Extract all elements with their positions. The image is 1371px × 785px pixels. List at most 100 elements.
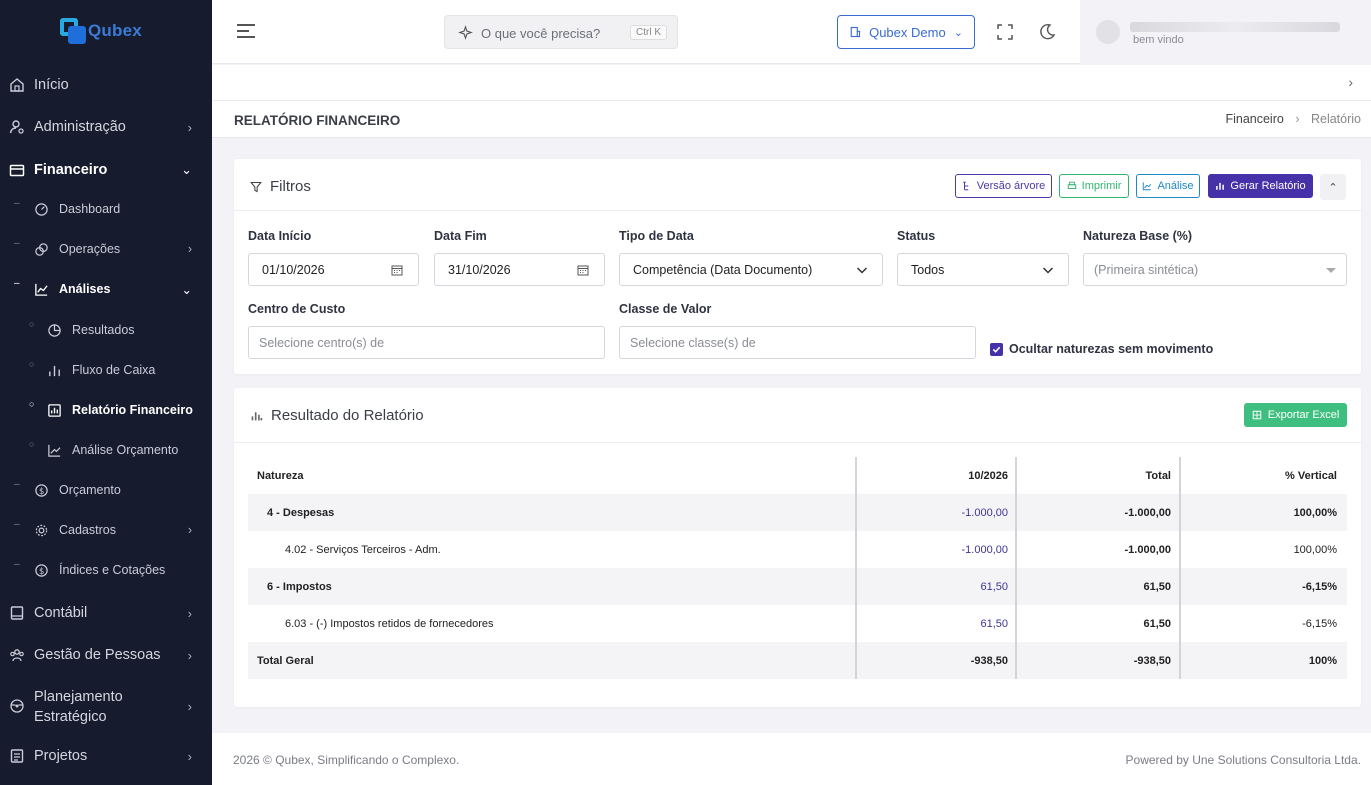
column-divider[interactable] bbox=[1015, 457, 1017, 679]
cell-total: -938,50 bbox=[1133, 654, 1171, 667]
cell-periodo: -1.000,00 bbox=[961, 506, 1008, 519]
breadcrumb-item-financeiro[interactable]: Financeiro bbox=[1225, 112, 1283, 126]
chevron-right-icon: › bbox=[187, 242, 192, 256]
print-button[interactable]: Imprimir bbox=[1059, 174, 1129, 198]
book-icon bbox=[10, 606, 24, 620]
cell-periodo: -1.000,00 bbox=[961, 543, 1008, 556]
results-card: Resultado do Relatório Exportar Excel Na… bbox=[234, 388, 1361, 707]
sidebar-sub-label: Orçamento bbox=[59, 483, 121, 497]
centro-custo-field[interactable]: Selecione centro(s) de bbox=[248, 326, 605, 359]
sidebar-sub-label: Cadastros bbox=[59, 523, 116, 537]
sidebar-item-resultados[interactable]: ○ Resultados bbox=[0, 319, 212, 339]
sidebar-sub-label: Relatório Financeiro bbox=[72, 403, 193, 417]
status-select[interactable]: Todos bbox=[897, 253, 1069, 286]
sidebar-item-analises[interactable]: – Análises ⌄ bbox=[0, 278, 212, 298]
centro-custo-label: Centro de Custo bbox=[248, 302, 346, 316]
footer-copyright: 2026 © Qubex, Simplificando o Complexo. bbox=[233, 753, 460, 767]
chevron-right-icon: › bbox=[187, 748, 192, 764]
cell-total: -1.000,00 bbox=[1124, 506, 1171, 519]
table-row[interactable]: 4.02 - Serviços Terceiros - Adm. -1.000,… bbox=[248, 531, 1347, 568]
data-fim-field[interactable]: 31/10/2026 bbox=[434, 253, 605, 286]
column-header-natureza[interactable]: Natureza bbox=[257, 457, 303, 494]
sidebar-item-dashboard[interactable]: – Dashboard bbox=[0, 198, 212, 218]
steering-icon bbox=[10, 699, 24, 713]
sidebar-item-cadastros[interactable]: – Cadastros › bbox=[0, 519, 212, 539]
data-inicio-label: Data Início bbox=[248, 229, 312, 243]
brand-logo[interactable]: Qubex bbox=[60, 18, 142, 44]
sidebar-item-fluxo-caixa[interactable]: ○ Fluxo de Caixa bbox=[0, 359, 212, 379]
user-cog-icon bbox=[9, 120, 24, 134]
cell-total: 61,50 bbox=[1143, 617, 1171, 630]
search-input[interactable]: O que você precisa? Ctrl K bbox=[444, 15, 678, 49]
sidebar-item-gestao-pessoas[interactable]: Gestão de Pessoas › bbox=[0, 644, 212, 666]
analysis-button[interactable]: Análise bbox=[1136, 174, 1200, 198]
tipo-data-select[interactable]: Competência (Data Documento) bbox=[619, 253, 883, 286]
sidebar-item-relatorio-financeiro[interactable]: ○ Relatório Financeiro bbox=[0, 399, 212, 419]
sidebar-item-operacoes[interactable]: – Operações › bbox=[0, 238, 212, 258]
sidebar-sub-label: Índices e Cotações bbox=[59, 563, 166, 577]
data-inicio-field[interactable]: 01/10/2026 bbox=[248, 253, 419, 286]
gauge-icon bbox=[35, 203, 48, 216]
natureza-base-select[interactable]: (Primeira sintética) bbox=[1083, 253, 1347, 286]
cell-natureza: Total Geral bbox=[257, 654, 314, 667]
sidebar-item-indices-cotacoes[interactable]: – $ Índices e Cotações bbox=[0, 559, 212, 579]
export-excel-button[interactable]: Exportar Excel bbox=[1244, 403, 1347, 427]
chevron-down-icon: ⌄ bbox=[181, 162, 192, 177]
column-header-periodo[interactable]: 10/2026 bbox=[856, 457, 1008, 494]
chevron-down-icon: ⌄ bbox=[181, 283, 192, 297]
sidebar-item-projetos[interactable]: Projetos › bbox=[0, 745, 212, 767]
table-row[interactable]: 6.03 - (-) Impostos retidos de fornecedo… bbox=[248, 605, 1347, 642]
sidebar-item-label: Projetos bbox=[34, 748, 88, 764]
user-menu[interactable]: bem vindo bbox=[1080, 0, 1371, 64]
column-divider[interactable] bbox=[855, 457, 857, 679]
sidebar-item-orcamento[interactable]: – $ Orçamento bbox=[0, 479, 212, 499]
generate-report-button[interactable]: Gerar Relatório bbox=[1208, 174, 1313, 198]
print-label: Imprimir bbox=[1081, 180, 1122, 192]
home-icon bbox=[10, 78, 24, 92]
trend-icon bbox=[48, 444, 61, 457]
sidebar-sub-label: Análise Orçamento bbox=[72, 443, 179, 457]
report-icon bbox=[48, 404, 61, 417]
column-header-total[interactable]: Total bbox=[1016, 457, 1171, 494]
table-row[interactable]: 6 - Impostos 61,50 61,50 -6,15% bbox=[248, 568, 1347, 605]
column-divider[interactable] bbox=[1179, 457, 1181, 679]
report-table: Natureza 10/2026 Total % Vertical 4 - De… bbox=[248, 457, 1347, 679]
cell-periodo: 61,50 bbox=[980, 617, 1008, 630]
status-label: Status bbox=[897, 229, 936, 243]
company-selector[interactable]: Qubex Demo ⌄ bbox=[837, 15, 975, 49]
menu-toggle-icon[interactable] bbox=[237, 24, 255, 38]
sidebar-item-administracao[interactable]: Administração › bbox=[0, 116, 212, 138]
cell-vertical: 100% bbox=[1308, 654, 1337, 667]
sidebar-sub-label: Fluxo de Caixa bbox=[72, 363, 156, 377]
sidebar-item-contabil[interactable]: Contábil › bbox=[0, 602, 212, 624]
calendar-icon[interactable] bbox=[391, 264, 403, 276]
column-header-vertical[interactable]: % Vertical bbox=[1180, 457, 1337, 494]
cell-vertical: 100,00% bbox=[1293, 543, 1337, 556]
chevron-down-icon: ⌄ bbox=[953, 26, 963, 39]
fullscreen-icon[interactable] bbox=[997, 24, 1013, 40]
page-header: RELATÓRIO FINANCEIRO Financeiro › Relató… bbox=[212, 101, 1371, 138]
footer-powered-by: Powered by Une Solutions Consultoria Ltd… bbox=[1125, 753, 1361, 767]
svg-text:$: $ bbox=[39, 566, 44, 576]
chevron-right-icon: › bbox=[187, 523, 192, 537]
sidebar-item-label: Administração bbox=[34, 119, 126, 135]
hide-empty-checkbox[interactable]: Ocultar naturezas sem movimento bbox=[990, 342, 1213, 356]
sidebar-item-planejamento-estrategico[interactable]: Planejamento Estratégico › bbox=[0, 686, 212, 726]
natureza-base-label: Natureza Base (%) bbox=[1083, 229, 1193, 243]
classe-valor-field[interactable]: Selecione classe(s) de bbox=[619, 326, 976, 359]
tree-version-button[interactable]: Versão árvore bbox=[955, 174, 1052, 198]
dark-mode-icon[interactable] bbox=[1038, 23, 1056, 41]
collapse-button[interactable]: ⌃ bbox=[1320, 174, 1346, 200]
checkbox-checked-icon[interactable] bbox=[990, 342, 1003, 356]
sidebar-item-inicio[interactable]: Início bbox=[0, 74, 212, 96]
sidebar-item-analise-orcamento[interactable]: ○ Análise Orçamento bbox=[0, 439, 212, 459]
secondary-bar: › bbox=[212, 65, 1371, 101]
sidebar-item-financeiro[interactable]: Financeiro ⌄ bbox=[0, 159, 212, 181]
wallet-icon bbox=[9, 164, 25, 177]
data-fim-label: Data Fim bbox=[434, 229, 487, 243]
sidebar-sub-label: Análises bbox=[59, 282, 111, 296]
calendar-icon[interactable] bbox=[577, 264, 589, 276]
generate-report-label: Gerar Relatório bbox=[1230, 180, 1306, 192]
chevron-right-icon[interactable]: › bbox=[1348, 74, 1353, 90]
table-row[interactable]: 4 - Despesas -1.000,00 -1.000,00 100,00% bbox=[248, 494, 1347, 531]
